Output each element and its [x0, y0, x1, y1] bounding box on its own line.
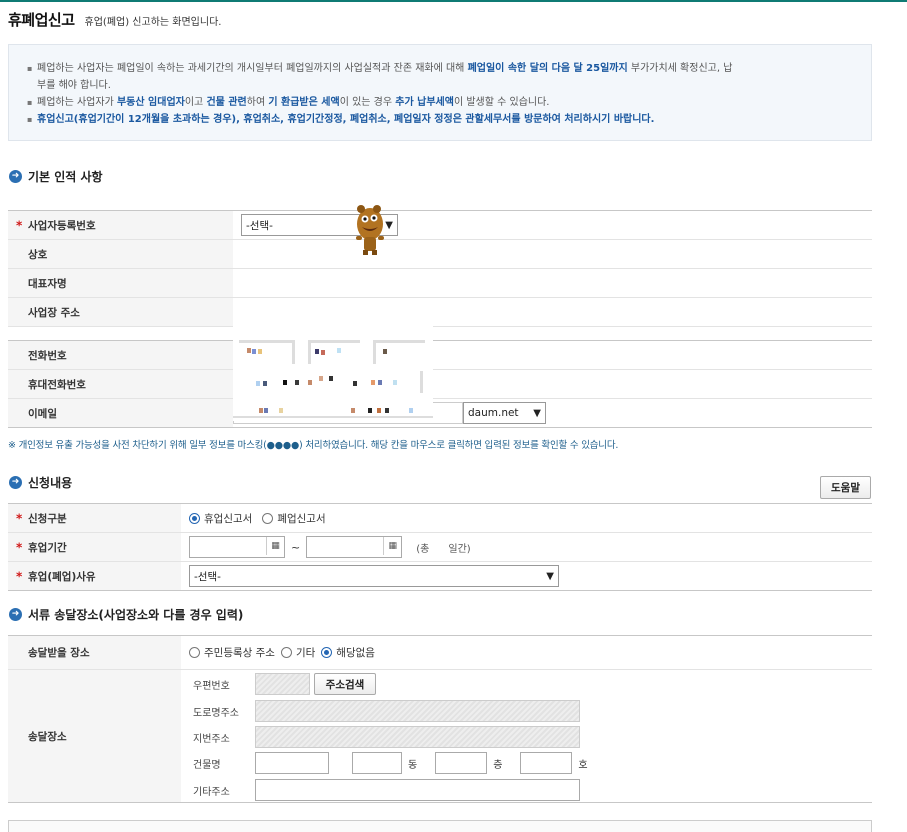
company-row: 상호 [8, 240, 872, 269]
reason-select[interactable]: -선택- ▼ [189, 565, 559, 587]
dong-input[interactable] [352, 752, 402, 774]
radio-other[interactable]: 기타 [280, 645, 315, 660]
section-apply-title: ➜ 신청내용 [9, 474, 72, 491]
basic-info-table: 사업자등록번호 -선택- ▼ 상호 대표자명 사업장 주소 전화번호 휴대전화번… [8, 210, 872, 428]
help-button[interactable]: 도움말 [820, 476, 871, 499]
radio-close[interactable]: 폐업신고서 [262, 511, 326, 526]
spacer-row [8, 327, 872, 341]
calendar-icon[interactable]: ▦ [266, 537, 284, 555]
chevron-down-icon: ▼ [533, 407, 541, 419]
floor-input[interactable] [435, 752, 488, 774]
radio-unchecked-icon [189, 647, 200, 658]
rep-label: 대표자명 [8, 269, 233, 297]
building-input[interactable] [255, 752, 329, 774]
radio-suspend[interactable]: 휴업신고서 [189, 511, 252, 526]
arrow-right-icon: ➜ [9, 476, 22, 489]
email-label: 이메일 [8, 399, 233, 427]
radio-resident-addr[interactable]: 주민등록상 주소 [189, 645, 275, 660]
road-addr-input[interactable] [255, 700, 580, 722]
page-header: 휴폐업신고 휴업(폐업) 신고하는 화면입니다. [8, 9, 221, 30]
delivery-addr-row: 송달장소 우편번호 주소검색 도로명주소 지번주소 건물명 동 층 호 기타주소 [8, 670, 872, 803]
radio-checked-icon [321, 647, 333, 658]
etc-line: 기타주소 [193, 778, 580, 802]
apply-type-row: 신청구분 휴업신고서 폐업신고서 [8, 504, 872, 533]
section-delivery-title: ➜ 서류 송달장소(사업장소와 다를 경우 입력) [9, 606, 243, 623]
mobile-row: 휴대전화번호 [8, 370, 872, 399]
bottom-panel [8, 820, 872, 832]
mobile-label: 휴대전화번호 [8, 370, 233, 398]
arrow-right-icon: ➜ [9, 170, 22, 183]
radio-unchecked-icon [280, 647, 292, 658]
biz-no-row: 사업자등록번호 -선택- ▼ [8, 211, 872, 240]
lot-addr-input[interactable] [255, 726, 580, 748]
notice-line-3: 휴업신고(휴업기간이 12개월을 초과하는 경우), 휴업취소, 휴업기간정정,… [27, 111, 855, 128]
phone-label: 전화번호 [8, 341, 233, 369]
delivery-place-label: 송달받을 장소 [8, 636, 181, 669]
address-search-button[interactable]: 주소검색 [314, 673, 376, 695]
biz-addr-label: 사업장 주소 [8, 298, 233, 326]
road-line: 도로명주소 [193, 699, 580, 723]
notice-box: 폐업하는 사업자는 폐업일이 속하는 과세기간의 개시일부터 폐업일까지의 사업… [8, 44, 872, 141]
period-row: 휴업기간 ▦ ~ ▦ (총 일간) [8, 533, 872, 562]
email-row: 이메일 daum.net ▼ [8, 399, 872, 428]
phone-row: 전화번호 [8, 341, 872, 370]
calendar-icon[interactable]: ▦ [383, 537, 401, 555]
company-label: 상호 [8, 240, 233, 268]
building-line: 건물명 동 층 호 [193, 751, 588, 775]
addr-row: 사업장 주소 [8, 298, 872, 327]
biz-no-label: 사업자등록번호 [8, 211, 233, 239]
arrow-right-icon: ➜ [9, 608, 22, 621]
radio-unchecked-icon [262, 512, 274, 524]
delivery-table: 송달받을 장소 주민등록상 주소 기타 해당없음 송달장소 우편번호 주소검색 … [8, 635, 872, 803]
radio-checked-icon [189, 512, 200, 524]
notice-line-2: 폐업하는 사업자가 부동산 임대업자이고 건물 관련하여 기 환급받은 세액이 … [27, 94, 855, 111]
delivery-addr-label: 송달장소 [8, 670, 181, 802]
email-domain-select[interactable]: daum.net ▼ [463, 402, 546, 424]
delivery-place-row: 송달받을 장소 주민등록상 주소 기타 해당없음 [8, 636, 872, 670]
period-end-input[interactable]: ▦ [306, 536, 403, 558]
period-start-input[interactable]: ▦ [189, 536, 285, 558]
period-label: 휴업기간 [8, 533, 181, 561]
reason-row: 휴업(폐업)사유 -선택- ▼ [8, 562, 872, 591]
lot-line: 지번주소 [193, 725, 580, 749]
biz-addr-value [233, 298, 872, 326]
top-accent-line [0, 0, 907, 2]
reason-label: 휴업(폐업)사유 [8, 562, 181, 590]
section-basic-title: ➜ 기본 인적 사항 [9, 168, 103, 185]
company-value [233, 240, 872, 268]
radio-none[interactable]: 해당없음 [321, 645, 375, 660]
rep-row: 대표자명 [8, 269, 872, 298]
zip-input[interactable] [255, 673, 310, 695]
masked-info-overlay [233, 324, 433, 421]
apply-type-label: 신청구분 [8, 504, 181, 532]
apply-table: 신청구분 휴업신고서 폐업신고서 휴업기간 ▦ ~ ▦ (총 일간) 휴업(폐업… [8, 503, 872, 591]
page-title: 휴폐업신고 [8, 11, 75, 29]
chevron-down-icon: ▼ [546, 570, 554, 582]
period-total: (총 일간) [416, 543, 471, 555]
privacy-note: ※ 개인정보 유출 가능성을 사전 차단하기 위해 일부 정보를 마스킹(●●●… [8, 440, 619, 451]
page-subtitle: 휴업(폐업) 신고하는 화면입니다. [84, 17, 222, 28]
zip-line: 우편번호 주소검색 [193, 672, 376, 696]
mascot-character-icon [356, 205, 384, 255]
etc-addr-input[interactable] [255, 779, 580, 801]
rep-value [233, 269, 872, 297]
notice-line-1: 폐업하는 사업자는 폐업일이 속하는 과세기간의 개시일부터 폐업일까지의 사업… [27, 60, 855, 94]
ho-input[interactable] [520, 752, 573, 774]
